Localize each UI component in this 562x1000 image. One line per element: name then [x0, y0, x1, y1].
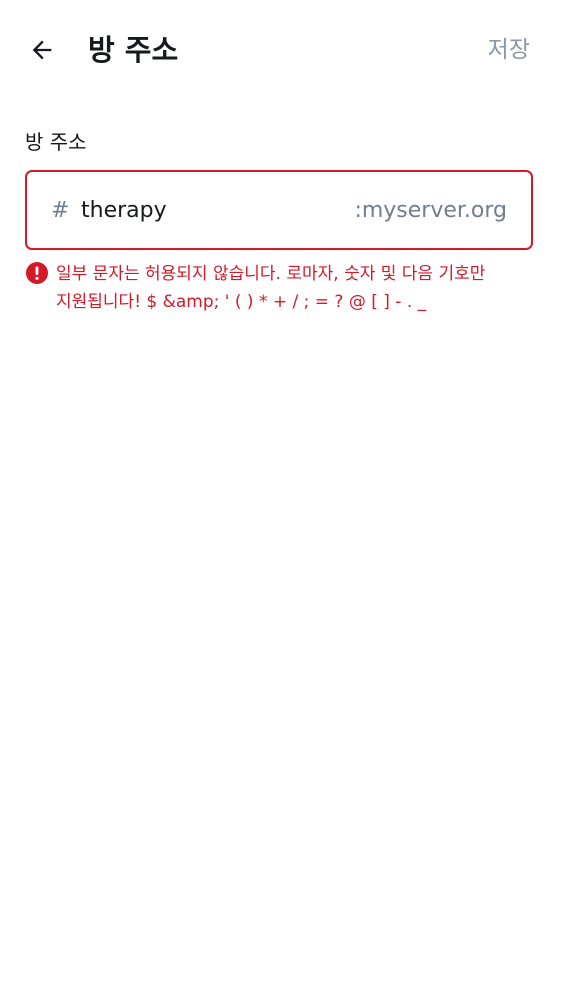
page-title: 방 주소: [88, 33, 179, 67]
room-alias-input[interactable]: [81, 197, 355, 223]
validation-error: 일부 문자는 허용되지 않습니다. 로마자, 숫자 및 다음 기호만 지원됩니다…: [25, 260, 540, 316]
back-button[interactable]: [22, 30, 62, 70]
error-message: 일부 문자는 허용되지 않습니다. 로마자, 숫자 및 다음 기호만 지원됩니다…: [56, 264, 486, 312]
room-address-label: 방 주소: [25, 130, 87, 154]
hash-prefix: #: [51, 197, 70, 223]
arrow-left-icon: [32, 40, 52, 60]
server-suffix: :myserver.org: [354, 197, 507, 223]
room-address-field[interactable]: # :myserver.org: [25, 170, 533, 250]
save-button[interactable]: 저장: [488, 32, 530, 68]
top-app-bar: 방 주소 저장: [0, 0, 562, 100]
exclamation-circle-icon: [26, 262, 48, 284]
